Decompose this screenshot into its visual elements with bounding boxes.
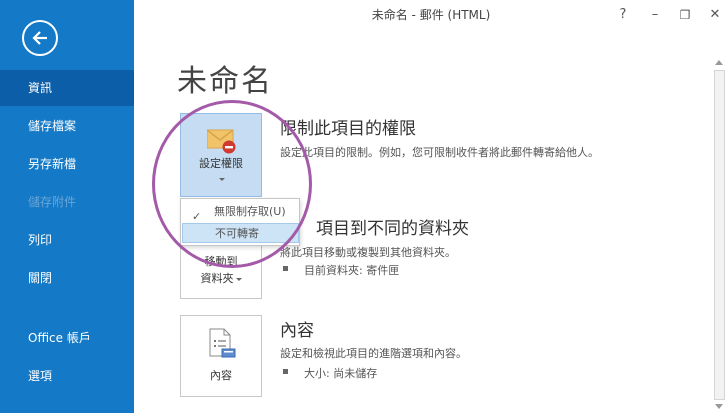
sidebar-item-office-account[interactable]: Office 帳戶 [0, 320, 134, 356]
title-bar: 未命名 - 郵件 (HTML) ? – ❐ ✕ [134, 0, 728, 30]
current-folder-info: 目前資料夾: 寄件匣 [304, 264, 400, 277]
scroll-down-arrow-icon[interactable] [715, 404, 723, 409]
properties-label: 內容 [210, 369, 232, 382]
scroll-thumb[interactable] [714, 70, 725, 400]
page-title: 未命名 [177, 64, 273, 99]
document-properties-icon [209, 328, 236, 358]
bullet-icon [283, 266, 288, 271]
permissions-title: 限制此項目的權限 [280, 119, 416, 139]
move-to-folder-label-text: 資料夾 [200, 272, 234, 285]
menu-item-do-not-forward[interactable]: 不可轉寄 [182, 223, 299, 243]
bullet-icon [283, 369, 288, 374]
help-button[interactable]: ? [612, 5, 634, 25]
move-to-folder-label-line2: 資料夾 [181, 271, 261, 287]
set-permissions-label: 設定權限 [199, 157, 243, 170]
back-button[interactable] [22, 20, 58, 56]
menu-item-unrestricted-access-label: 無限制存取(U) [214, 205, 286, 218]
properties-description: 設定和檢視此項目的進階選項和內容。 [280, 347, 467, 360]
backstage-sidebar: 資訊 儲存檔案 另存新檔 儲存附件 列印 關閉 Office 帳戶 選項 [0, 0, 134, 413]
move-to-folder-label-line1: 移動到 [204, 255, 238, 268]
window-title: 未命名 - 郵件 (HTML) [371, 8, 491, 22]
dropdown-arrow-icon [219, 178, 225, 181]
sidebar-item-save[interactable]: 儲存檔案 [0, 108, 134, 144]
sidebar-item-options[interactable]: 選項 [0, 358, 134, 394]
back-arrow-icon [32, 31, 47, 45]
sidebar-item-info[interactable]: 資訊 [0, 70, 134, 106]
properties-title: 內容 [280, 321, 314, 341]
menu-item-do-not-forward-label: 不可轉寄 [215, 227, 259, 240]
restore-button[interactable]: ❐ [674, 5, 696, 25]
sidebar-item-print[interactable]: 列印 [0, 222, 134, 258]
scroll-up-arrow-icon[interactable] [715, 60, 723, 65]
properties-button[interactable]: 內容 [180, 315, 262, 397]
dropdown-arrow-icon [235, 277, 242, 281]
move-description: 將此項目移動或複製到其他資料夾。 [280, 246, 456, 259]
move-title: 項目到不同的資料夾 [316, 219, 469, 239]
permissions-dropdown-menu: ✓ 無限制存取(U) 不可轉寄 [180, 198, 300, 246]
vertical-scrollbar[interactable] [711, 30, 728, 410]
size-info: 大小: 尚未儲存 [304, 367, 378, 380]
set-permissions-button[interactable]: 設定權限 [180, 113, 262, 197]
sidebar-item-save-attachments: 儲存附件 [28, 195, 77, 209]
close-button[interactable]: ✕ [704, 5, 726, 25]
menu-item-unrestricted-access[interactable]: ✓ 無限制存取(U) [182, 202, 299, 223]
minimize-button[interactable]: – [644, 5, 666, 25]
permissions-description: 設定此項目的限制。例如，您可限制收件者將此郵件轉寄給他人。 [280, 146, 599, 159]
sidebar-item-save-as[interactable]: 另存新檔 [0, 146, 134, 182]
envelope-restrict-icon [207, 129, 236, 154]
sidebar-item-close[interactable]: 關閉 [0, 260, 134, 296]
